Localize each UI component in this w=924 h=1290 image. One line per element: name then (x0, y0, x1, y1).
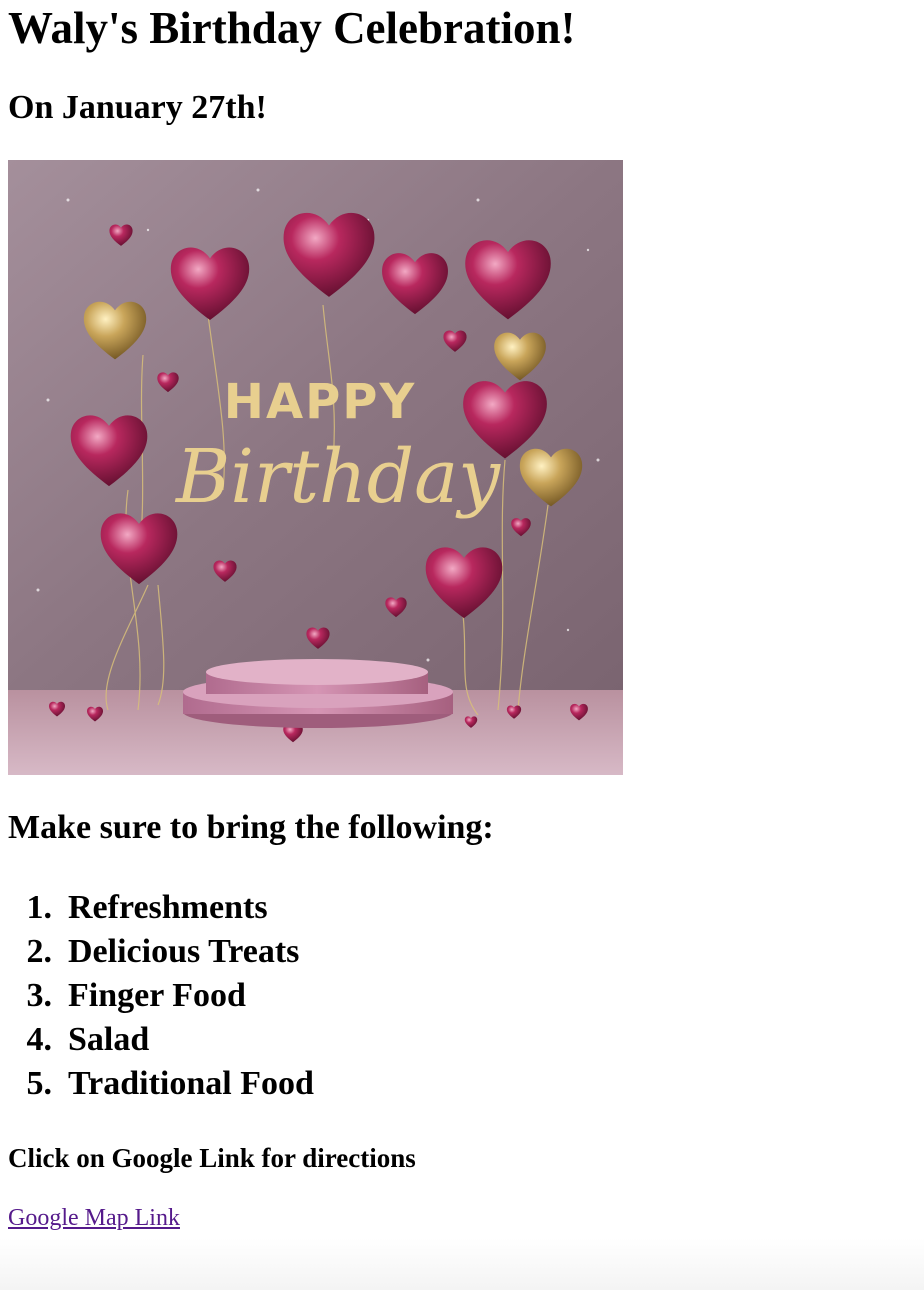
list-number: 5. (26, 1065, 53, 1102)
svg-text:HAPPY: HAPPY (224, 374, 416, 430)
event-date: On January 27th! (8, 89, 267, 126)
list-number: 2. (26, 933, 53, 970)
directions-text: Click on Google Link for directions (8, 1143, 416, 1173)
page-title: Waly's Birthday Celebration! (8, 3, 576, 53)
list-item-label: Delicious Treats (68, 933, 300, 970)
list-number: 1. (26, 889, 53, 926)
list-number: 3. (26, 977, 53, 1014)
list-item-label: Traditional Food (68, 1065, 314, 1102)
list-item: 2. Delicious Treats (8, 930, 314, 974)
list-item: 4. Salad (8, 1018, 314, 1062)
list-item-label: Refreshments (68, 889, 268, 926)
svg-text:Birthday: Birthday (174, 434, 501, 520)
page-bottom-fade (0, 1238, 924, 1290)
birthday-banner-art: HAPPY Birthday (8, 160, 623, 775)
list-item-label: Finger Food (68, 977, 246, 1014)
list-item-label: Salad (68, 1021, 150, 1058)
bring-heading: Make sure to bring the following: (8, 809, 494, 846)
list-item: 5. Traditional Food (8, 1062, 314, 1106)
list-item: 1. Refreshments (8, 886, 314, 930)
google-map-link[interactable]: Google Map Link (8, 1203, 180, 1233)
list-item: 3. Finger Food (8, 974, 314, 1018)
birthday-banner-image: HAPPY Birthday (8, 160, 623, 775)
list-number: 4. (26, 1021, 53, 1058)
bring-list: 1. Refreshments 2. Delicious Treats 3. Fing… (8, 886, 314, 1106)
